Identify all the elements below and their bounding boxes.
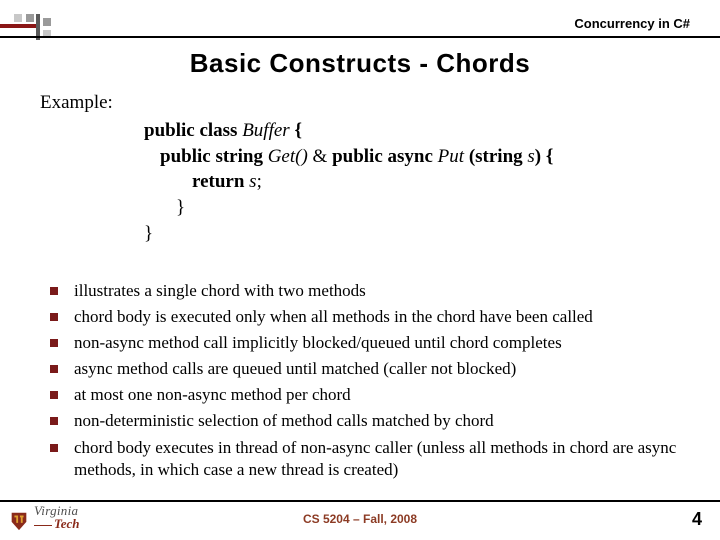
code-block: public class Buffer { public string Get(… — [144, 118, 553, 246]
bullet-icon — [50, 339, 58, 347]
slide-title: Basic Constructs - Chords — [0, 48, 720, 79]
list-item: non-async method call implicitly blocked… — [50, 332, 690, 354]
header-label: Concurrency in C# — [574, 16, 690, 31]
bullet-text: illustrates a single chord with two meth… — [74, 280, 366, 302]
bullet-text: chord body is executed only when all met… — [74, 306, 593, 328]
code-text: { — [290, 120, 302, 141]
code-text: return — [192, 171, 249, 192]
bullet-text: chord body executes in thread of non-asy… — [74, 437, 690, 481]
code-text: Put — [438, 146, 469, 167]
header-rule — [0, 36, 720, 38]
code-text: & — [308, 146, 332, 167]
list-item: at most one non-async method per chord — [50, 384, 690, 406]
code-text: s — [527, 146, 534, 167]
bullet-icon — [50, 287, 58, 295]
bullet-text: async method calls are queued until matc… — [74, 358, 516, 380]
code-text: } — [144, 223, 153, 244]
code-text: string — [475, 146, 527, 167]
bullet-icon — [50, 391, 58, 399]
bullet-text: non-deterministic selection of method ca… — [74, 410, 494, 432]
bullet-text: non-async method call implicitly blocked… — [74, 332, 562, 354]
code-text: Get() — [268, 146, 308, 167]
bullet-icon — [50, 417, 58, 425]
bullet-list: illustrates a single chord with two meth… — [50, 280, 690, 485]
code-text: s — [249, 171, 256, 192]
bullet-icon — [50, 365, 58, 373]
footer-rule — [0, 500, 720, 502]
bullet-icon — [50, 313, 58, 321]
code-text: public string — [160, 146, 268, 167]
code-text: Buffer — [242, 120, 290, 141]
bullet-text: at most one non-async method per chord — [74, 384, 351, 406]
code-text: ) { — [535, 146, 554, 167]
list-item: async method calls are queued until matc… — [50, 358, 690, 380]
code-text: public async — [332, 146, 438, 167]
footer-center: CS 5204 – Fall, 2008 — [0, 512, 720, 526]
list-item: non-deterministic selection of method ca… — [50, 410, 690, 432]
code-text: public class — [144, 120, 242, 141]
list-item: chord body executes in thread of non-asy… — [50, 437, 690, 481]
example-label: Example: — [40, 92, 113, 114]
code-text: } — [176, 197, 185, 218]
bullet-icon — [50, 444, 58, 452]
list-item: chord body is executed only when all met… — [50, 306, 690, 328]
code-text: ; — [257, 171, 262, 192]
list-item: illustrates a single chord with two meth… — [50, 280, 690, 302]
page-number: 4 — [692, 509, 702, 530]
